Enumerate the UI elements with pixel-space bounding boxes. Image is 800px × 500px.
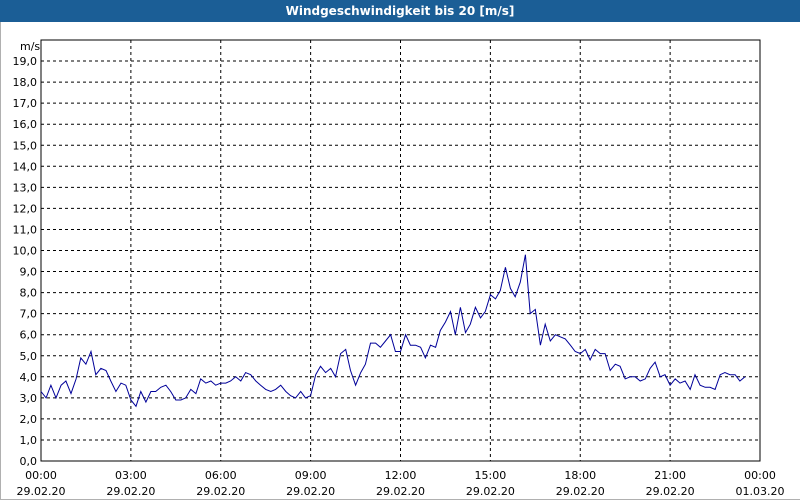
y-tick-label: 11,0 <box>13 223 38 236</box>
y-tick-label: 13,0 <box>13 181 38 194</box>
y-tick-label: 3,0 <box>20 392 38 405</box>
y-tick-label: 10,0 <box>13 245 38 258</box>
y-tick-label: 4,0 <box>20 371 38 384</box>
y-tick-label: 17,0 <box>13 97 38 110</box>
x-tick-date-label: 29.02.20 <box>286 485 335 498</box>
x-tick-date-label: 29.02.20 <box>196 485 245 498</box>
x-tick-date-label: 29.02.20 <box>376 485 425 498</box>
y-tick-label: 9,0 <box>20 266 38 279</box>
x-tick-time-label: 15:00 <box>475 469 507 482</box>
y-tick-label: 14,0 <box>13 160 38 173</box>
y-tick-label: 8,0 <box>20 287 38 300</box>
x-tick-date-label: 29.02.20 <box>466 485 515 498</box>
x-tick-time-label: 18:00 <box>564 469 596 482</box>
y-tick-label: 0,0 <box>20 455 38 468</box>
y-tick-label: 16,0 <box>13 118 38 131</box>
y-tick-label: 2,0 <box>20 413 38 426</box>
y-tick-label: 15,0 <box>13 139 38 152</box>
x-tick-time-label: 00:00 <box>25 469 57 482</box>
wind-speed-line <box>40 254 746 408</box>
x-tick-labels: 00:00 29.02.20 03:00 29.02.20 06:00 29.02.20 0… <box>17 469 785 498</box>
x-tick-date-label: 29.02.20 <box>17 485 66 498</box>
y-tick-label: 1,0 <box>20 434 38 447</box>
x-tick-time-label: 00:00 <box>744 469 776 482</box>
y-tick-label: 5,0 <box>20 350 38 363</box>
x-tick-time-label: 06:00 <box>205 469 237 482</box>
x-tick-date-label: 29.02.20 <box>646 485 695 498</box>
y-tick-labels: 0,0 1,0 2,0 3,0 4,0 5,0 6,0 7,0 8,0 9,0 10,0 11,0 12… <box>13 55 38 468</box>
y-tick-label: 12,0 <box>13 202 38 215</box>
x-tick-time-label: 21:00 <box>654 469 686 482</box>
x-tick-time-label: 09:00 <box>295 469 327 482</box>
x-tick-date-label: 29.02.20 <box>106 485 155 498</box>
y-tick-label: 18,0 <box>13 76 38 89</box>
y-axis-unit-label: m/s <box>20 40 40 53</box>
x-tick-time-label: 03:00 <box>115 469 147 482</box>
y-tick-label: 19,0 <box>13 55 38 68</box>
x-tick-date-label: 01.03.20 <box>736 485 785 498</box>
y-tick-label: 7,0 <box>20 308 38 321</box>
y-tick-label: 6,0 <box>20 329 38 342</box>
chart-svg: m/s 0,0 1,0 2,0 3,0 4,0 5,0 6,0 7,0 8,0 9,0 10,0 11… <box>13 39 785 498</box>
grid-lines <box>41 40 760 461</box>
x-tick-time-label: 12:00 <box>385 469 417 482</box>
x-tick-date-label: 29.02.20 <box>556 485 605 498</box>
